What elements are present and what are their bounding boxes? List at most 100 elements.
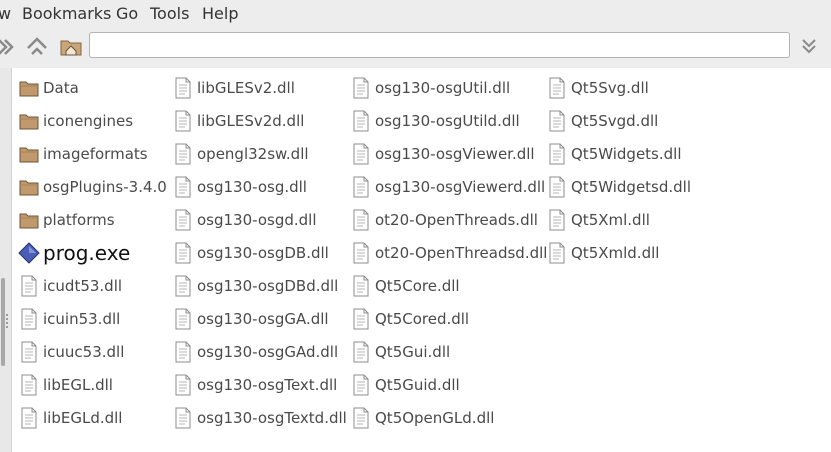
file-item[interactable]: osg130-osgViewerd.dll — [350, 172, 545, 202]
file-item[interactable]: ot20-OpenThreads.dll — [350, 205, 538, 235]
file-name: osg130-osgDB.dll — [197, 244, 329, 262]
file-item[interactable]: osg130-osgUtil.dll — [350, 73, 510, 103]
file-item[interactable]: osg130-osgGAd.dll — [172, 337, 338, 367]
file-name: iconengines — [43, 112, 134, 130]
file-item[interactable]: libEGLd.dll — [18, 403, 122, 433]
file-item[interactable]: osg130-osgd.dll — [172, 205, 317, 235]
file-name: osg130-osgDBd.dll — [197, 277, 339, 295]
folder-item[interactable]: Data — [18, 73, 79, 103]
file-name: ot20-OpenThreadsd.dll — [375, 244, 548, 262]
file-name: imageformats — [43, 145, 148, 163]
file-name: prog.exe — [43, 241, 131, 265]
file-item[interactable]: Qt5Core.dll — [350, 271, 460, 301]
file-item[interactable]: Qt5OpenGLd.dll — [350, 403, 494, 433]
file-name: osg130-osgGAd.dll — [197, 343, 339, 361]
folder-icon — [18, 209, 40, 231]
file-icon — [350, 143, 372, 165]
file-item[interactable]: Qt5Guid.dll — [350, 370, 460, 400]
file-item[interactable]: prog.exe — [18, 238, 130, 268]
file-icon — [172, 143, 194, 165]
file-item[interactable]: osg130-osgDB.dll — [172, 238, 329, 268]
menu-item-tools[interactable]: Tools — [150, 4, 189, 24]
file-item[interactable]: ot20-OpenThreadsd.dll — [350, 238, 547, 268]
file-icon — [546, 176, 568, 198]
file-item[interactable]: Qt5Svgd.dll — [546, 106, 658, 136]
file-item[interactable]: osg130-osg.dll — [172, 172, 307, 202]
forward-icon — [0, 39, 14, 55]
file-name: Qt5Cored.dll — [375, 310, 470, 328]
folder-icon — [18, 110, 40, 132]
folder-icon — [18, 176, 40, 198]
file-item[interactable]: opengl32sw.dll — [172, 139, 309, 169]
file-icon — [546, 209, 568, 231]
file-name: icuuc53.dll — [43, 343, 125, 361]
file-item[interactable]: osg130-osgDBd.dll — [172, 271, 338, 301]
file-icon — [172, 77, 194, 99]
file-item[interactable]: Qt5Widgetsd.dll — [546, 172, 691, 202]
file-icon — [350, 176, 372, 198]
home-button[interactable] — [57, 34, 85, 60]
file-item[interactable]: Qt5Gui.dll — [350, 337, 450, 367]
file-name: Qt5Svg.dll — [571, 79, 649, 97]
file-item[interactable]: osg130-osgText.dll — [172, 370, 337, 400]
file-icon — [350, 110, 372, 132]
file-item[interactable]: Qt5Xml.dll — [546, 205, 650, 235]
menu-item-help[interactable]: Help — [202, 4, 238, 24]
file-name: osg130-osgViewer.dll — [375, 145, 535, 163]
file-name: Qt5Svgd.dll — [571, 112, 659, 130]
file-name: libEGLd.dll — [43, 409, 123, 427]
file-item[interactable]: icudt53.dll — [18, 271, 122, 301]
file-name: libGLESv2.dll — [197, 79, 295, 97]
file-icon — [546, 143, 568, 165]
folder-item[interactable]: imageformats — [18, 139, 148, 169]
folder-item[interactable]: iconengines — [18, 106, 133, 136]
menu-item-bookmarks[interactable]: Bookmarks — [22, 4, 111, 24]
file-icon — [172, 176, 194, 198]
file-item[interactable]: Qt5Svg.dll — [546, 73, 649, 103]
file-item[interactable]: libEGL.dll — [18, 370, 113, 400]
file-name: libEGL.dll — [43, 376, 113, 394]
forward-button[interactable] — [0, 34, 20, 60]
file-icon — [546, 242, 568, 264]
file-name: libGLESv2d.dll — [197, 112, 305, 130]
file-name: Qt5Xml.dll — [571, 211, 650, 229]
file-item[interactable]: libGLESv2d.dll — [172, 106, 304, 136]
file-icon — [172, 110, 194, 132]
file-name: icuin53.dll — [43, 310, 121, 328]
file-item[interactable]: Qt5Cored.dll — [350, 304, 469, 334]
file-item[interactable]: osg130-osgGA.dll — [172, 304, 329, 334]
pane-resize-grip[interactable] — [6, 314, 8, 330]
file-item[interactable]: osg130-osgViewer.dll — [350, 139, 535, 169]
file-item[interactable]: Qt5Xmld.dll — [546, 238, 659, 268]
go-arrow-icon — [802, 39, 816, 54]
file-icon — [350, 341, 372, 363]
folder-item[interactable]: osgPlugins-3.4.0 — [18, 172, 167, 202]
file-icon — [18, 407, 40, 429]
menu-item-view[interactable]: w — [0, 4, 11, 24]
file-icon — [546, 110, 568, 132]
file-icon — [546, 77, 568, 99]
file-name: osg130-osgText.dll — [197, 376, 338, 394]
folder-item[interactable]: platforms — [18, 205, 115, 235]
side-pane-scrollbar[interactable] — [1, 278, 5, 366]
file-item[interactable]: libGLESv2.dll — [172, 73, 295, 103]
file-item[interactable]: osg130-osgUtild.dll — [350, 106, 520, 136]
file-name: icudt53.dll — [43, 277, 123, 295]
file-name: Qt5Widgetsd.dll — [571, 178, 692, 196]
go-button[interactable] — [795, 34, 823, 60]
address-input[interactable] — [89, 32, 790, 58]
file-item[interactable]: Qt5Widgets.dll — [546, 139, 682, 169]
file-name: osg130-osgd.dll — [197, 211, 317, 229]
file-item[interactable]: icuin53.dll — [18, 304, 120, 334]
home-folder-icon — [60, 40, 82, 56]
up-button[interactable] — [23, 34, 51, 60]
file-item[interactable]: icuuc53.dll — [18, 337, 124, 367]
file-name: Qt5Gui.dll — [375, 343, 451, 361]
file-icon — [18, 275, 40, 297]
file-name: Qt5OpenGLd.dll — [375, 409, 495, 427]
file-icon — [18, 308, 40, 330]
file-item[interactable]: osg130-osgTextd.dll — [172, 403, 347, 433]
menu-bar: w Bookmarks Go Tools Help — [0, 0, 831, 28]
menu-item-go[interactable]: Go — [116, 4, 138, 24]
file-icon — [172, 242, 194, 264]
